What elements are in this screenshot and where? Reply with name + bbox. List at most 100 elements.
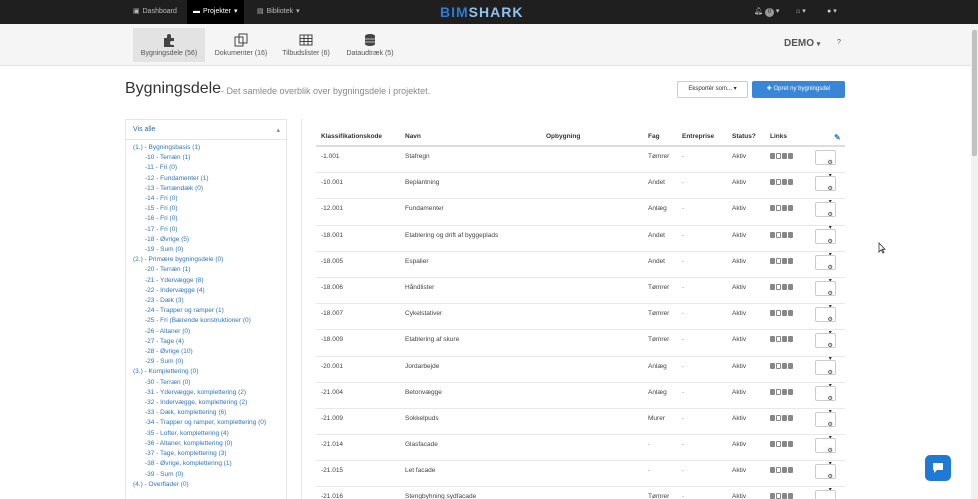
tree-item[interactable]: -20 - Terræn (1) xyxy=(133,265,286,275)
row-actions-button[interactable]: ⚙ ▾ xyxy=(815,280,836,310)
table-row[interactable]: -1.001 Stafregn Tømrer - Aktiv ⚙ ▾ xyxy=(316,147,845,179)
cell-name[interactable]: Sokkelpuds xyxy=(405,415,439,422)
nav-dashboard[interactable]: ▣ Dashboard xyxy=(127,0,183,24)
tree-item[interactable]: -14 - Fri (0) xyxy=(133,194,286,204)
tree-item[interactable]: -11 - Fri (0) xyxy=(133,163,286,173)
cell-name[interactable]: Fundamenter xyxy=(405,205,444,212)
attachment-icon[interactable] xyxy=(788,362,793,369)
col-code[interactable]: Klassifikationskode xyxy=(321,133,382,140)
tab-tilbudslister[interactable]: Tilbudslister (6) xyxy=(270,28,342,62)
nav-library[interactable]: ▤ Bibliotek ▾ xyxy=(251,0,306,24)
cell-name[interactable]: Cykelstativer xyxy=(405,310,442,317)
row-actions-button[interactable]: ⚙ ▾ xyxy=(815,150,836,179)
table-row[interactable]: -18.007 Cykelstativer Tømrer - Aktiv ⚙ ▾ xyxy=(316,304,845,336)
wrench-icon[interactable]: ✎ xyxy=(834,133,841,142)
tree-item[interactable]: -33 - Dæk, komplettering (6) xyxy=(133,408,286,418)
tree-item[interactable]: -28 - Øvrige (10) xyxy=(133,347,286,357)
tree-item[interactable]: -12 - Fundamenter (1) xyxy=(133,174,286,184)
row-actions-button[interactable]: ⚙ ▾ xyxy=(815,438,836,467)
show-all-link[interactable]: Vis alle xyxy=(133,126,155,133)
tree-item[interactable]: -18 - Øvrige (5) xyxy=(133,235,286,245)
cell-name[interactable]: Jordarbejde xyxy=(405,363,439,370)
attachment-icon[interactable] xyxy=(788,179,793,186)
tree-item[interactable]: (4.) - Overflader (0) xyxy=(133,480,286,490)
image-icon[interactable] xyxy=(770,179,775,186)
col-trade[interactable]: Fag xyxy=(648,133,660,140)
page-scrollbar[interactable] xyxy=(971,24,978,499)
list-icon[interactable] xyxy=(782,362,787,369)
document-icon[interactable] xyxy=(776,231,781,238)
tree-item[interactable]: -26 - Altaner (0) xyxy=(133,327,286,337)
attachment-icon[interactable] xyxy=(788,283,793,290)
document-icon[interactable] xyxy=(776,283,781,290)
image-icon[interactable] xyxy=(770,231,775,238)
list-icon[interactable] xyxy=(782,153,787,159)
tree-item[interactable]: -13 - Terrændæk (0) xyxy=(133,184,286,194)
tree-item[interactable]: -32 - Indervægge, komplettering (2) xyxy=(133,398,286,408)
tree-item[interactable]: -38 - Øvrige, komplettering (1) xyxy=(133,459,286,469)
attachment-icon[interactable] xyxy=(788,388,793,395)
image-icon[interactable] xyxy=(770,388,775,395)
list-icon[interactable] xyxy=(782,467,787,474)
cell-name[interactable]: Let facade xyxy=(405,467,435,474)
tree-item[interactable]: -34 - Trapper og ramper, komplettering (… xyxy=(133,418,273,428)
table-row[interactable]: -10.001 Beplantning Andet - Aktiv ⚙ ▾ xyxy=(316,173,845,205)
attachment-icon[interactable] xyxy=(788,257,793,264)
cell-name[interactable]: Stafregn xyxy=(405,153,430,160)
cell-name[interactable]: Stengbyhning sydfacade xyxy=(405,493,476,499)
image-icon[interactable] xyxy=(770,205,775,212)
cell-name[interactable]: Etablering og drift af byggeplads xyxy=(405,232,498,239)
chevron-up-icon[interactable]: ▴ xyxy=(276,126,280,134)
create-building-part-button[interactable]: ✚ Opret ny bygningsdel xyxy=(752,81,845,98)
attachment-icon[interactable] xyxy=(788,414,793,421)
tree-item[interactable]: (3.) - Komplettering (0) xyxy=(133,367,286,377)
table-row[interactable]: -18.001 Etablering og drift af byggeplads… xyxy=(316,226,845,258)
attachment-icon[interactable] xyxy=(788,231,793,238)
tab-bygningsdele[interactable]: Bygningsdele (56) xyxy=(133,28,205,62)
attachment-icon[interactable] xyxy=(788,205,793,212)
image-icon[interactable] xyxy=(770,153,775,159)
col-status[interactable]: Status? xyxy=(732,133,756,140)
row-actions-button[interactable]: ⚙ ▾ xyxy=(815,333,836,362)
image-icon[interactable] xyxy=(770,283,775,290)
cell-name[interactable]: Etablering af skure xyxy=(405,336,459,343)
tab-dataudtraek[interactable]: Dataudtræk (5) xyxy=(334,28,406,62)
tree-item[interactable]: -35 - Lofter, komplettering (4) xyxy=(133,429,286,439)
image-icon[interactable] xyxy=(770,336,775,343)
document-icon[interactable] xyxy=(776,179,781,186)
tree-item[interactable]: -36 - Altaner, komplettering (0) xyxy=(133,439,286,449)
document-icon[interactable] xyxy=(776,205,781,212)
list-icon[interactable] xyxy=(782,336,787,343)
list-icon[interactable] xyxy=(782,205,787,212)
document-icon[interactable] xyxy=(776,414,781,421)
list-icon[interactable] xyxy=(782,493,787,499)
tree-item[interactable]: -29 - Sum (0) xyxy=(133,357,286,367)
attachment-icon[interactable] xyxy=(788,493,793,499)
list-icon[interactable] xyxy=(782,179,787,186)
col-name[interactable]: Navn xyxy=(405,133,421,140)
brand-logo[interactable]: BIMSHARK xyxy=(440,3,523,21)
list-icon[interactable] xyxy=(782,257,787,264)
image-icon[interactable] xyxy=(770,257,775,264)
tree-item[interactable]: -19 - Sum (0) xyxy=(133,245,286,255)
row-actions-button[interactable]: ⚙ ▾ xyxy=(815,490,836,499)
tree-item[interactable]: -30 - Terræn (0) xyxy=(133,378,286,388)
attachment-icon[interactable] xyxy=(788,467,793,474)
image-icon[interactable] xyxy=(770,467,775,474)
table-row[interactable]: -21.016 Stengbyhning sydfacade Tømrer - Akti… xyxy=(316,487,845,499)
export-button[interactable]: Eksportér som... ▾ xyxy=(677,81,748,98)
help-icon[interactable]: ? xyxy=(837,39,841,46)
tree-item[interactable]: -15 - Fri (0) xyxy=(133,204,286,214)
cell-name[interactable]: Glasfacade xyxy=(405,441,438,448)
image-icon[interactable] xyxy=(770,414,775,421)
tree-item[interactable]: -27 - Tage (4) xyxy=(133,337,286,347)
table-row[interactable]: -18.009 Etablering af skure Tømrer - Aktiv ⚙ … xyxy=(316,330,845,362)
table-row[interactable]: -21.004 Betonvægge Anlæg - Aktiv ⚙ ▾ xyxy=(316,383,845,415)
list-icon[interactable] xyxy=(782,441,787,448)
document-icon[interactable] xyxy=(776,441,781,448)
scrollbar-thumb[interactable] xyxy=(972,30,977,156)
document-icon[interactable] xyxy=(776,310,781,317)
cell-name[interactable]: Beplantning xyxy=(405,179,439,186)
table-row[interactable]: -20.001 Jordarbejde Anlæg - Aktiv ⚙ ▾ xyxy=(316,357,845,389)
tree-item[interactable]: -23 - Dæk (3) xyxy=(133,296,286,306)
